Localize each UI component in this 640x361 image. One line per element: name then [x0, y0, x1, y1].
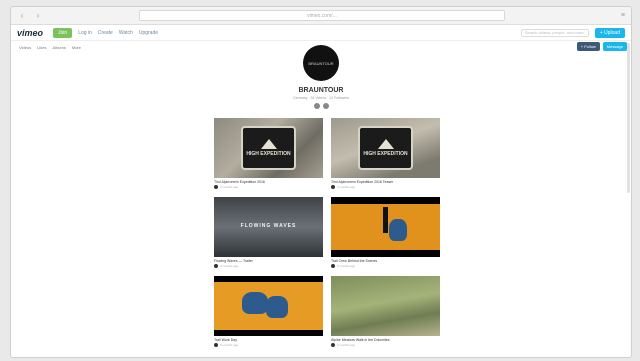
video-stats: 6 months ago [337, 343, 356, 347]
video-card[interactable]: Alpine Meadow Walk in the Dolomites 6 mo… [331, 276, 440, 355]
video-card[interactable]: Trail Crew Behind the Scenes 5 months ag… [331, 197, 440, 276]
profile-header: BRAUNTOUR BRAUNTOUR Germany · 34 Videos … [11, 45, 631, 109]
site-header: vimeo Join Log in Create Watch Upgrade S… [11, 25, 631, 41]
video-thumbnail[interactable]: HIGH EXPEDITION [331, 118, 440, 178]
forward-button[interactable]: › [33, 11, 43, 20]
video-thumbnail[interactable]: HIGH EXPEDITION [214, 118, 323, 178]
badge-text: HIGH EXPEDITION [246, 151, 291, 157]
video-thumbnail[interactable] [331, 276, 440, 336]
video-title[interactable]: Tirol Alpinverein Expedition 2016 Teaser [331, 180, 440, 184]
link-icon[interactable] [322, 103, 329, 109]
profile-name[interactable]: BRAUNTOUR [299, 87, 344, 94]
video-card[interactable]: FLOWING WAVES Flowing Waves — Trailer 4 … [214, 197, 323, 276]
tool-graphic [383, 207, 388, 233]
video-stats: 3 months ago [337, 185, 356, 189]
back-button[interactable]: ‹ [17, 11, 27, 20]
user-avatar-icon [331, 264, 335, 268]
menu-icon[interactable]: ≡ [621, 12, 625, 19]
search-input[interactable]: Search videos, people, and more [520, 28, 589, 37]
user-avatar-icon [214, 343, 218, 347]
hand-graphic [389, 219, 407, 241]
video-title[interactable]: Trail Work Day [214, 338, 323, 342]
user-avatar-icon [214, 264, 218, 268]
profile-meta: Germany · 34 Videos · 12 Followers [293, 96, 349, 100]
social-links [313, 103, 329, 109]
video-card[interactable]: HIGH EXPEDITION Tirol Alpinverein Expedi… [331, 118, 440, 197]
expedition-logo: HIGH EXPEDITION [241, 126, 296, 170]
upload-button[interactable]: + Upload [594, 27, 625, 38]
video-thumbnail[interactable] [331, 197, 440, 257]
thumbnail-title: FLOWING WAVES [240, 223, 297, 229]
page-scrollbar[interactable] [627, 43, 630, 193]
vimeo-logo[interactable]: vimeo [17, 28, 43, 38]
video-thumbnail[interactable]: FLOWING WAVES [214, 197, 323, 257]
video-grid: HIGH EXPEDITION Tirol Alpinverein Expedi… [214, 118, 440, 355]
expedition-logo: HIGH EXPEDITION [358, 126, 413, 170]
hand-graphic [242, 292, 268, 314]
video-card[interactable]: Trail Work Day 5 months ago [214, 276, 323, 355]
video-stats: 4 months ago [220, 264, 239, 268]
user-avatar-icon [331, 343, 335, 347]
video-thumbnail[interactable] [214, 276, 323, 336]
nav-link-upgrade[interactable]: Upgrade [139, 30, 158, 36]
video-card[interactable]: HIGH EXPEDITION Tirol Alpinverein Expedi… [214, 118, 323, 197]
browser-toolbar: ‹ › vimeo.com/... ≡ [11, 7, 631, 25]
video-stats: 5 months ago [220, 343, 239, 347]
nav-link-watch[interactable]: Watch [119, 30, 133, 36]
video-title[interactable]: Flowing Waves — Trailer [214, 259, 323, 263]
video-stats: 5 months ago [337, 264, 356, 268]
browser-window: ‹ › vimeo.com/... ≡ vimeo Join Log in Cr… [10, 6, 632, 358]
badge-text: HIGH EXPEDITION [363, 151, 408, 157]
avatar[interactable]: BRAUNTOUR [303, 45, 339, 81]
address-bar[interactable]: vimeo.com/... [139, 10, 505, 21]
facebook-icon[interactable] [313, 103, 320, 109]
video-title[interactable]: Tirol Alpinverein Expedition 2016 [214, 180, 323, 184]
hand-graphic [266, 296, 288, 318]
user-avatar-icon [214, 185, 218, 189]
video-title[interactable]: Trail Crew Behind the Scenes [331, 259, 440, 263]
nav-link-create[interactable]: Create [98, 30, 113, 36]
video-stats: 2 months ago [220, 185, 239, 189]
video-title[interactable]: Alpine Meadow Walk in the Dolomites [331, 338, 440, 342]
nav-link-login[interactable]: Log in [78, 30, 92, 36]
user-avatar-icon [331, 185, 335, 189]
join-button[interactable]: Join [53, 27, 73, 38]
